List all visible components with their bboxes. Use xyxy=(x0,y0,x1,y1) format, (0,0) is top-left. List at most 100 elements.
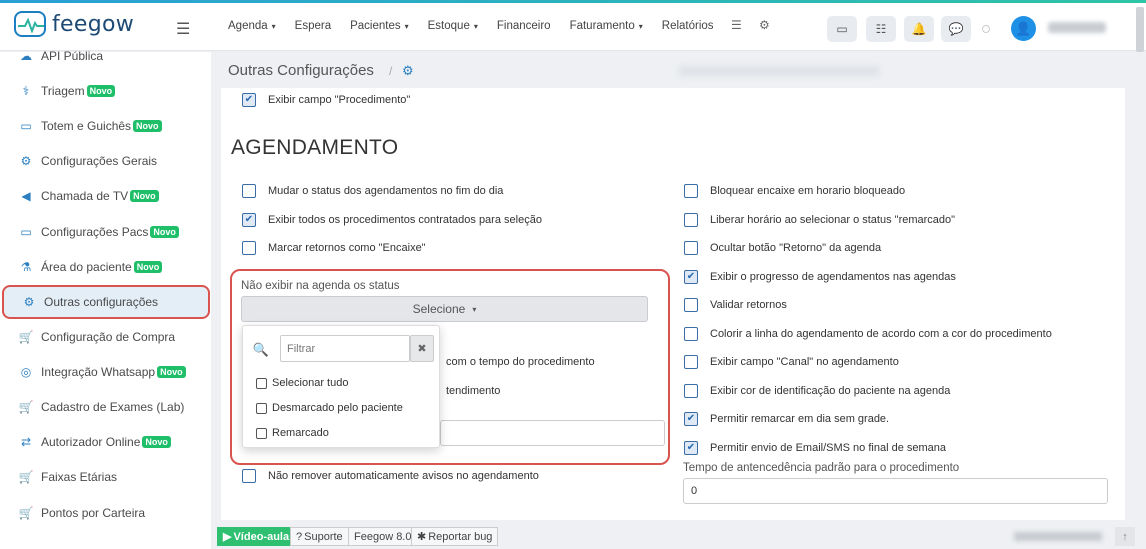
gears-icon: ⚙ xyxy=(20,154,32,168)
checkbox[interactable] xyxy=(684,270,698,284)
sidebar-item-config-compra[interactable]: 🛒 Configuração de Compra xyxy=(0,320,211,354)
checkbox[interactable] xyxy=(684,213,698,227)
sidebar-item-whatsapp[interactable]: ◎ Integração Whatsapp Novo xyxy=(0,355,211,389)
option-marcar-retornos[interactable]: Marcar retornos como "Encaixe" xyxy=(242,241,426,255)
option-exibir-progresso[interactable]: Exibir o progresso de agendamentos nas a… xyxy=(684,270,956,284)
checkbox[interactable] xyxy=(684,412,698,426)
option-exibir-procedimento[interactable]: Exibir campo "Procedimento" xyxy=(242,93,410,107)
bell-icon[interactable]: 🔔 xyxy=(904,16,934,42)
logo-text: feegow xyxy=(52,11,135,37)
scroll-up-button[interactable]: ↑ xyxy=(1115,527,1135,546)
sidebar-item-faixas-etarias[interactable]: 🛒 Faixas Etárias xyxy=(0,460,211,494)
feegow-logo[interactable]: feegow xyxy=(14,11,134,37)
clear-filter-button[interactable]: ✖ xyxy=(410,335,434,362)
advance-time-input[interactable]: 0 xyxy=(683,478,1108,504)
nav-relatorios[interactable]: Relatórios xyxy=(662,20,714,32)
page-header: Outras Configurações / ⚙ xyxy=(211,52,1146,88)
bug-icon: ✱ xyxy=(417,531,427,543)
option-ocultar-retorno[interactable]: Ocultar botão "Retorno" da agenda xyxy=(684,241,881,255)
version-label: Feegow 8.0 xyxy=(348,527,418,546)
chat-icon[interactable]: 💬 xyxy=(941,16,971,42)
nav-faturamento[interactable]: Faturamento ▾ xyxy=(570,20,643,32)
flask-icon: ⚗ xyxy=(20,260,32,274)
sidebar-item-chamada-tv[interactable]: ◀ Chamada de TV Novo xyxy=(0,179,211,213)
cart-icon: 🛒 xyxy=(18,400,34,414)
question-icon: ? xyxy=(296,530,303,543)
nav-espera[interactable]: Espera xyxy=(295,20,331,32)
new-badge: Novo xyxy=(133,261,163,273)
checkbox[interactable] xyxy=(684,298,698,312)
inbox-icon[interactable]: ▭ xyxy=(827,16,857,42)
option-mudar-status[interactable]: Mudar o status dos agendamentos no fim d… xyxy=(242,184,503,198)
option-exibir-cor-paciente[interactable]: Exibir cor de identificação do paciente … xyxy=(684,384,950,398)
chevron-down-icon: ▾ xyxy=(473,22,478,31)
option-remarcar-sem-grade[interactable]: Permitir remarcar em dia sem grade. xyxy=(684,412,889,426)
dropdown-option-remarcado[interactable]: Remarcado xyxy=(256,427,329,439)
heartbeat-icon xyxy=(14,11,46,37)
blurred-footer-info xyxy=(1014,532,1102,541)
status-select-button[interactable]: Selecione ▾ xyxy=(241,296,648,322)
scrollbar[interactable] xyxy=(1136,7,1144,52)
option-nao-remover-avisos[interactable]: Não remover automaticamente avisos no ag… xyxy=(242,469,539,483)
user-name-blurred[interactable] xyxy=(1048,22,1106,33)
report-bug-button[interactable]: ✱ Reportar bug xyxy=(411,527,499,546)
sidebar-item-config-pacs[interactable]: ▭ Configurações Pacs Novo xyxy=(0,215,211,249)
footer-bar: ▶ Vídeo-aula ? Suporte Feegow 8.0 ✱ Reporta… xyxy=(211,524,1146,549)
sidebar-item-api-publica[interactable]: ☁ API Pública xyxy=(0,39,211,73)
checkbox[interactable] xyxy=(684,184,698,198)
checkbox[interactable] xyxy=(684,355,698,369)
video-lesson-button[interactable]: ▶ Vídeo-aula xyxy=(217,527,296,546)
sidebar-item-config-gerais[interactable]: ⚙ Configurações Gerais xyxy=(0,144,211,178)
sidebar-item-totem[interactable]: ▭ Totem e Guichês Novo xyxy=(0,109,211,143)
user-avatar-icon[interactable]: 👤 xyxy=(1011,16,1036,41)
checkbox[interactable] xyxy=(256,427,267,439)
whatsapp-icon: ◎ xyxy=(20,365,32,379)
option-bloquear-encaixe[interactable]: Bloquear encaixe em horario bloqueado xyxy=(684,184,905,198)
checkbox[interactable] xyxy=(684,441,698,455)
sidebar-item-cadastro-exames[interactable]: 🛒 Cadastro de Exames (Lab) xyxy=(0,390,211,424)
option-exibir-canal[interactable]: Exibir campo "Canal" no agendamento xyxy=(684,355,899,369)
checkbox[interactable] xyxy=(256,402,267,414)
checkbox[interactable] xyxy=(256,377,267,389)
nav-financeiro[interactable]: Financeiro xyxy=(497,20,551,32)
support-button[interactable]: ? Suporte xyxy=(290,527,349,546)
checkbox[interactable] xyxy=(684,327,698,341)
gear-icon[interactable]: ⚙ xyxy=(759,18,770,32)
checkbox[interactable] xyxy=(242,241,256,255)
status-dropdown-menu: 🔍 ✖ Selecionar tudo Desmarcado pelo paci… xyxy=(242,325,440,448)
sidebar-item-pontos-carteira[interactable]: 🛒 Pontos por Carteira xyxy=(0,496,211,530)
dropdown-option-select-all[interactable]: Selecionar tudo xyxy=(256,377,348,389)
option-liberar-horario[interactable]: Liberar horário ao selecionar o status "… xyxy=(684,213,955,227)
checkbox[interactable] xyxy=(242,93,256,107)
nav-pacientes[interactable]: Pacientes ▾ xyxy=(350,20,409,32)
option-validar-retornos[interactable]: Validar retornos xyxy=(684,298,787,312)
checkbox[interactable] xyxy=(684,241,698,255)
sidebar-item-triagem[interactable]: ⚕ Triagem Novo xyxy=(0,74,211,108)
cloud-icon: ☁ xyxy=(20,49,32,63)
sidebar-item-autorizador[interactable]: ⇄ Autorizador Online Novo xyxy=(0,425,211,459)
tasks-icon[interactable]: ☷ xyxy=(866,16,896,42)
new-badge: Novo xyxy=(86,85,116,97)
option-exibir-procedimentos[interactable]: Exibir todos os procedimentos contratado… xyxy=(242,213,542,227)
hamburger-menu-icon[interactable]: ☰ xyxy=(176,19,190,39)
option-envio-fim-semana[interactable]: Permitir envio de Email/SMS no final de … xyxy=(684,441,946,455)
option-colorir-linha[interactable]: Colorir a linha do agendamento de acordo… xyxy=(684,327,1052,341)
gears-icon: ⚙ xyxy=(402,63,414,78)
sidebar-item-outras-configuracoes[interactable]: ⚙ Outras configurações xyxy=(2,285,210,319)
checkbox[interactable] xyxy=(242,469,256,483)
nav-estoque[interactable]: Estoque ▾ xyxy=(428,20,478,32)
dropdown-option-desmarcado[interactable]: Desmarcado pelo paciente xyxy=(256,402,403,414)
main-nav: Agenda ▾ Espera Pacientes ▾ Estoque ▾ Finan… xyxy=(228,20,733,32)
new-badge: Novo xyxy=(157,366,186,378)
section-title: AGENDAMENTO xyxy=(231,136,399,159)
breadcrumb-separator: / xyxy=(389,64,393,78)
database-icon[interactable]: ☰ xyxy=(731,18,742,32)
checkbox[interactable] xyxy=(242,184,256,198)
nav-agenda[interactable]: Agenda ▾ xyxy=(228,20,276,32)
checkbox[interactable] xyxy=(684,384,698,398)
sidebar-item-area-paciente[interactable]: ⚗ Área do paciente Novo xyxy=(0,250,211,284)
checkbox[interactable] xyxy=(242,213,256,227)
filter-input[interactable] xyxy=(280,335,410,362)
stethoscope-icon: ⚕ xyxy=(22,84,30,98)
search-icon: 🔍 xyxy=(252,342,270,357)
